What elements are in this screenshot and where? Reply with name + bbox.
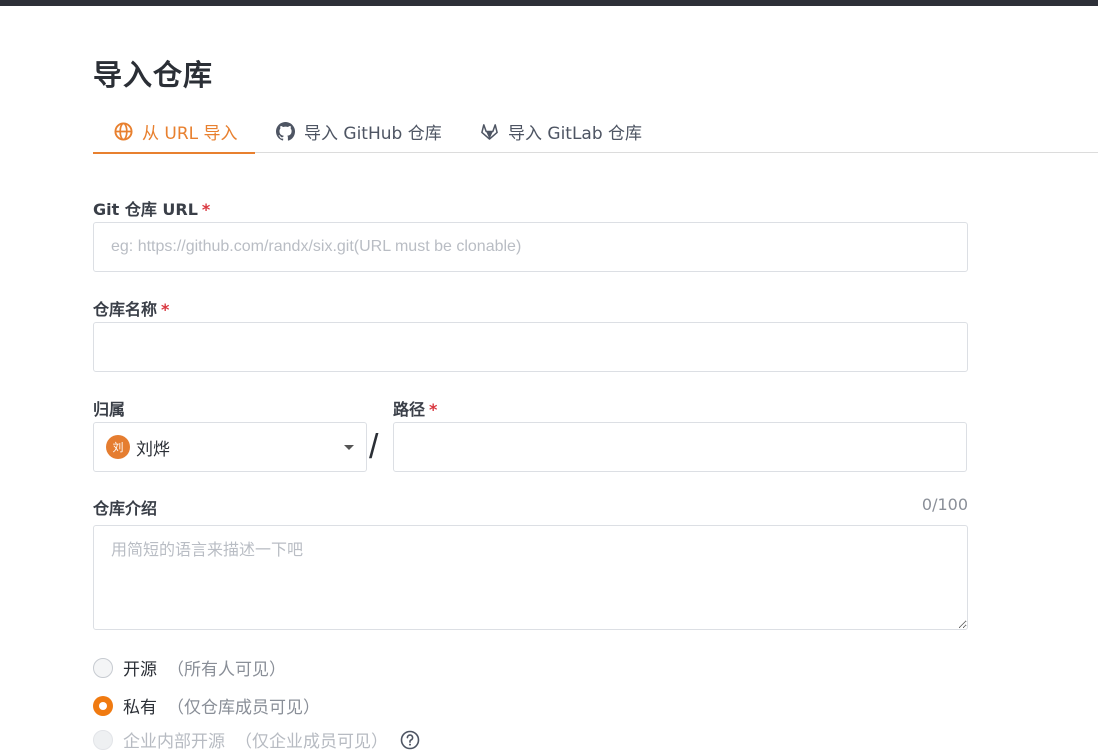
owner-name: 刘烨 <box>136 439 170 460</box>
path-separator: / <box>369 428 379 466</box>
repo-name-input[interactable] <box>93 322 968 372</box>
page-title: 导入仓库 <box>93 58 214 92</box>
tab-label: 从 URL 导入 <box>142 124 238 144</box>
required-mark: * <box>201 200 211 219</box>
owner-label: 归属 <box>93 400 126 419</box>
radio-public[interactable] <box>93 657 113 678</box>
path-input[interactable] <box>393 422 967 472</box>
owner-select[interactable]: 刘 刘烨 <box>93 422 367 472</box>
tab-import-from-url[interactable]: 从 URL 导入 <box>93 110 255 154</box>
top-bar <box>0 0 1098 6</box>
radio-private[interactable] <box>93 695 113 716</box>
required-mark: * <box>429 400 438 419</box>
tab-label: 导入 GitLab 仓库 <box>508 124 643 144</box>
avatar: 刘 <box>106 435 130 459</box>
visibility-option-enterprise: 企业内部开源 （仅企业成员可见） <box>93 727 420 751</box>
question-circle-icon[interactable] <box>400 730 420 750</box>
repo-name-label: 仓库名称 * <box>93 300 170 319</box>
globe-icon <box>113 122 133 142</box>
github-icon <box>275 122 295 142</box>
required-mark: * <box>161 300 170 319</box>
visibility-option-private[interactable]: 私有 （仅仓库成员可见） <box>93 693 320 718</box>
gitlab-icon <box>479 122 499 142</box>
path-label: 路径 * <box>393 400 438 419</box>
import-tabs: 从 URL 导入 导入 GitHub 仓库 导入 GitLab 仓库 <box>93 110 1098 154</box>
git-url-input[interactable] <box>93 222 968 272</box>
description-counter: 0/100 <box>921 495 968 514</box>
caret-down-icon <box>344 445 354 450</box>
description-textarea[interactable] <box>93 525 968 630</box>
description-label: 仓库介绍 <box>93 499 158 518</box>
tab-label: 导入 GitHub 仓库 <box>304 124 442 144</box>
tab-import-gitlab[interactable]: 导入 GitLab 仓库 <box>479 110 642 153</box>
git-url-label: Git 仓库 URL * <box>93 200 211 219</box>
visibility-option-public[interactable]: 开源 （所有人可见） <box>93 655 286 680</box>
tab-import-github[interactable]: 导入 GitHub 仓库 <box>275 110 442 153</box>
radio-enterprise <box>93 729 113 750</box>
